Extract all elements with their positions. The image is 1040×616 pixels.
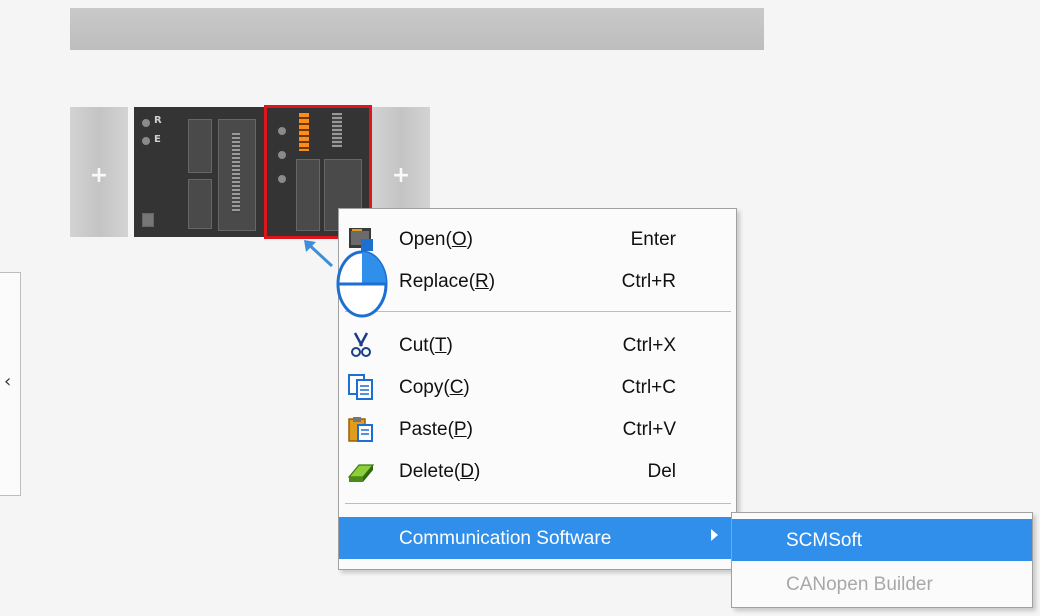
menu-item-shortcut: Enter (630, 229, 676, 250)
menu-item-label: Delete(D) (399, 461, 481, 482)
menu-item-communication-software[interactable]: Communication Software (339, 517, 736, 559)
menu-item-delete[interactable]: Delete(D) Del (339, 451, 736, 491)
led-array (299, 113, 309, 151)
menu-item-label: Paste(P) (399, 419, 473, 440)
copy-icon (348, 374, 373, 400)
title-bar (70, 8, 764, 50)
plus-icon: + (391, 163, 411, 188)
status-led (278, 151, 286, 159)
port-icon (142, 213, 154, 227)
module-label-e: E (154, 134, 161, 145)
scissors-icon (351, 332, 371, 357)
io-connector (232, 133, 240, 213)
module-bay (188, 119, 212, 173)
status-led (142, 137, 150, 145)
submenu-item-canopen-builder: CANopen Builder (732, 563, 1032, 605)
eraser-icon (347, 464, 375, 482)
menu-item-cut[interactable]: Cut(T) Ctrl+X (339, 325, 736, 365)
menu-item-label: Replace(R) (399, 271, 496, 292)
cpu-module[interactable]: R E (134, 107, 264, 237)
submenu-arrow-icon (711, 529, 718, 541)
add-module-slot-left[interactable]: + (70, 107, 128, 237)
io-connector (332, 113, 342, 147)
menu-item-label: Communication Software (399, 528, 612, 549)
status-led (278, 127, 286, 135)
collapse-panel-tab[interactable]: ‹ (0, 272, 21, 496)
submenu-item-scmsoft[interactable]: SCMSoft (732, 519, 1032, 561)
menu-separator (345, 503, 731, 504)
menu-item-label: Open(O) (399, 229, 473, 250)
status-led (142, 119, 150, 127)
module-bay (296, 159, 320, 231)
context-menu: Open(O) Enter Replace(R) Ctrl+R Cut(T) C… (338, 208, 737, 570)
mouse-cursor-icon (304, 240, 388, 318)
menu-item-shortcut: Ctrl+R (621, 271, 676, 292)
menu-item-open[interactable]: Open(O) Enter (339, 219, 736, 259)
menu-item-shortcut: Ctrl+C (621, 377, 676, 398)
menu-separator (345, 311, 731, 312)
module-bay (188, 179, 212, 229)
menu-item-shortcut: Ctrl+V (622, 419, 676, 440)
module-label-r: R (154, 115, 162, 126)
menu-item-shortcut: Ctrl+X (622, 335, 676, 356)
menu-item-paste[interactable]: Paste(P) Ctrl+V (339, 409, 736, 449)
status-led (278, 175, 286, 183)
communication-software-submenu: SCMSoft CANopen Builder (731, 512, 1033, 608)
menu-item-label: Copy(C) (399, 377, 470, 398)
menu-item-replace[interactable]: Replace(R) Ctrl+R (339, 261, 736, 301)
submenu-item-label: CANopen Builder (786, 574, 933, 595)
chevron-left-icon: ‹ (4, 371, 12, 392)
menu-item-copy[interactable]: Copy(C) Ctrl+C (339, 367, 736, 407)
plus-icon: + (89, 163, 109, 188)
paste-icon (348, 417, 373, 442)
menu-item-shortcut: Del (647, 461, 676, 482)
menu-item-label: Cut(T) (399, 335, 453, 356)
submenu-item-label: SCMSoft (786, 530, 863, 551)
